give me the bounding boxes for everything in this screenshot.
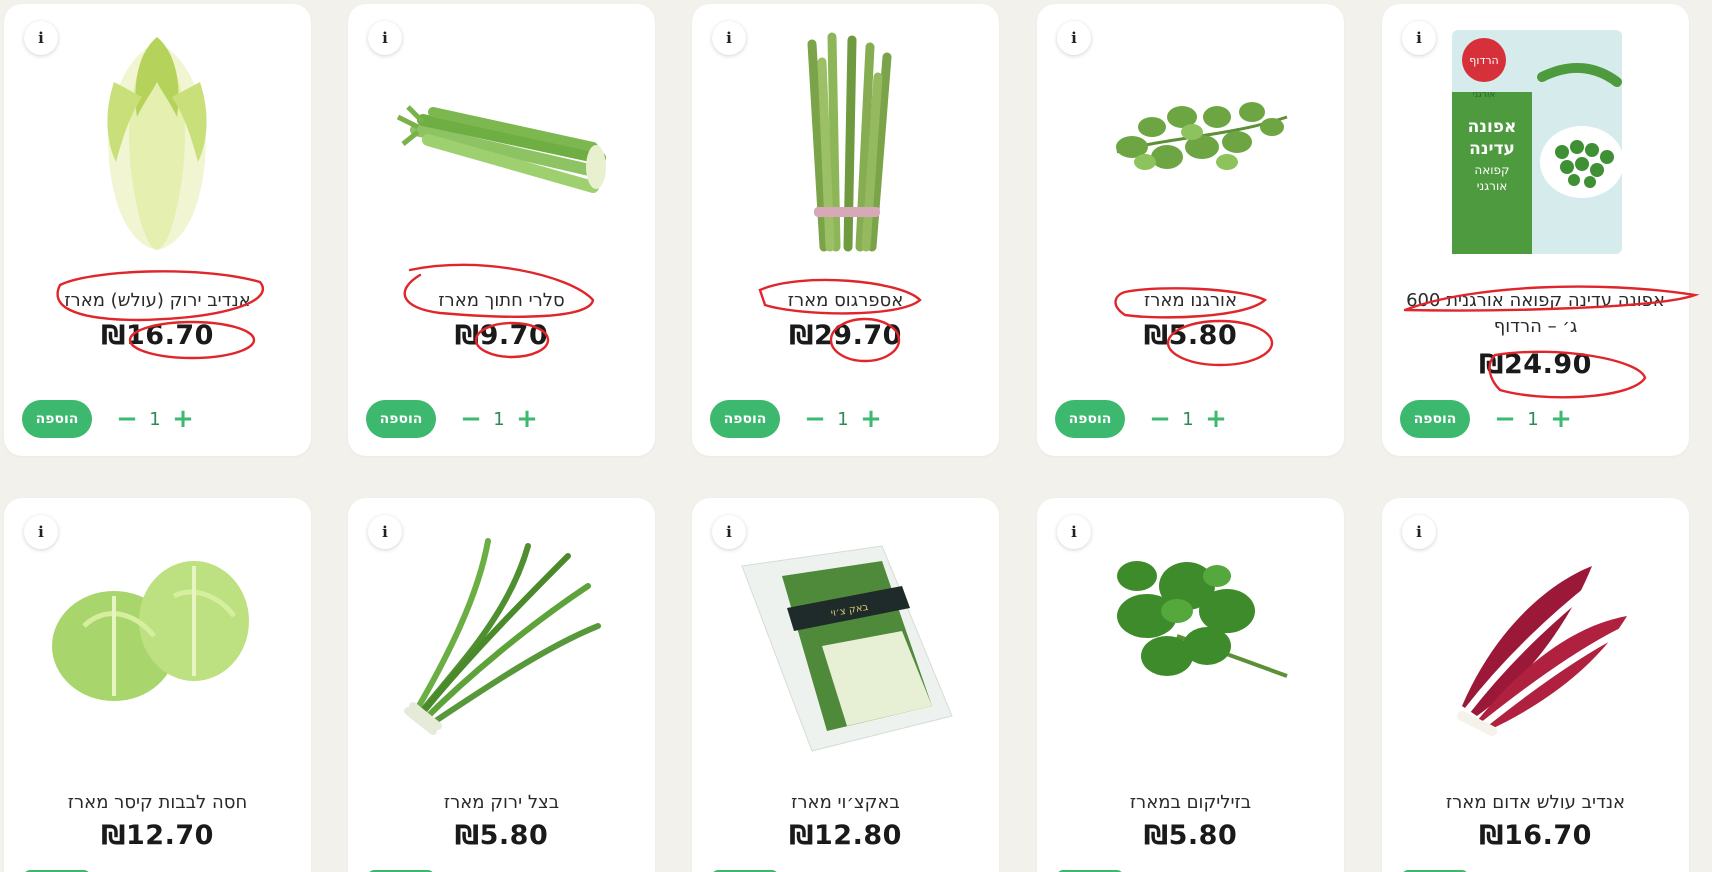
plus-icon[interactable]: + [858, 404, 884, 434]
minus-icon[interactable]: − [1492, 404, 1518, 434]
quantity-value[interactable]: 1 [828, 409, 858, 430]
quantity-value[interactable]: 1 [484, 409, 514, 430]
product-card[interactable]: i אנדיב עולש אדום מארז ₪16.70 [1382, 498, 1689, 872]
product-price: ₪16.70 [1382, 820, 1689, 851]
price-value: 5.80 [479, 820, 549, 851]
frozen-peas-image: הרדוף אורגני אפונה עדינה קפואה אורגני [1452, 30, 1624, 254]
price-value: 5.80 [1168, 320, 1238, 351]
product-name: אנדיב ירוק (עולש) מארז [64, 290, 251, 311]
green-onion-image [404, 538, 601, 735]
product-price: ₪24.90 [1382, 349, 1689, 380]
product-name: אפונה עדינה קפואה אורגנית 600 ג׳ – הרדוף [1406, 290, 1665, 337]
quantity-value[interactable]: 1 [1173, 409, 1203, 430]
product-price: ₪5.80 [1037, 320, 1344, 351]
organic-label: אורגני [1473, 90, 1496, 100]
plus-icon[interactable]: + [514, 404, 540, 434]
product-name: חסה לבבות קיסר מארז [67, 792, 248, 813]
product-card[interactable]: i אספרגוס מארז ₪29.70 הוספה − 1 + [692, 4, 999, 456]
product-card[interactable]: i סלרי חתוך מארז ₪9.70 הוספה − 1 + [348, 4, 655, 456]
package-title-2: עדינה [1469, 139, 1515, 159]
minus-icon[interactable]: − [114, 404, 140, 434]
shekel-sign: ₪ [1143, 820, 1169, 851]
add-button[interactable]: הוספה [710, 400, 780, 438]
shekel-sign: ₪ [101, 820, 126, 851]
product-name: בצל ירוק מארז [443, 792, 560, 813]
product-price: ₪5.80 [348, 820, 655, 851]
plus-icon[interactable]: + [1203, 404, 1229, 434]
package-title-1: אפונה [1468, 117, 1517, 137]
product-grid: i אנדיב ירוק (עולש) מארז ₪16.70 הוספה − … [0, 0, 1712, 872]
brand-label: הרדוף [1469, 54, 1498, 67]
product-card[interactable]: i אורגנו מארז ₪5.80 הוספה − 1 + [1037, 4, 1344, 456]
plus-icon[interactable]: + [170, 404, 196, 434]
minus-icon[interactable]: − [802, 404, 828, 434]
basil-image [1117, 561, 1288, 678]
price-value: 12.70 [126, 820, 214, 851]
add-button[interactable]: הוספה [1400, 400, 1470, 438]
price-value: 5.80 [1168, 820, 1238, 851]
product-price: ₪29.70 [692, 320, 999, 351]
package-line-1: קפואה [1474, 163, 1509, 177]
product-card[interactable]: i בצל ירוק מארז ₪5.80 [348, 498, 655, 872]
shekel-sign: ₪ [101, 320, 126, 351]
shekel-sign: ₪ [1143, 320, 1169, 351]
shekel-sign: ₪ [789, 320, 814, 351]
shekel-sign: ₪ [454, 320, 480, 351]
quantity-controls: הוספה − 1 + [22, 400, 196, 438]
minus-icon[interactable]: − [1147, 404, 1173, 434]
bok-choy-image: באק צ׳וי [741, 545, 953, 752]
add-button[interactable]: הוספה [22, 400, 92, 438]
quantity-value[interactable]: 1 [140, 409, 170, 430]
product-price: ₪5.80 [1037, 820, 1344, 851]
shekel-sign: ₪ [789, 820, 814, 851]
quantity-value[interactable]: 1 [1518, 409, 1548, 430]
quantity-controls: הוספה − 1 + [1055, 400, 1229, 438]
product-name: סלרי חתוך מארז [438, 290, 565, 311]
product-card[interactable]: i חסה לבבות קיסר מארז ₪12.70 [4, 498, 311, 872]
shekel-sign: ₪ [1479, 349, 1504, 380]
product-name: בזיליקום במארז [1129, 792, 1252, 813]
product-price: ₪12.80 [692, 820, 999, 851]
product-card[interactable]: i באק צ׳וי באקצ׳וי מארז ₪12.80 [692, 498, 999, 872]
plus-icon[interactable]: + [1548, 404, 1574, 434]
price-value: 29.70 [814, 320, 902, 351]
product-price: ₪16.70 [4, 320, 311, 351]
radicchio-image [1457, 566, 1627, 736]
product-card[interactable]: i הרדוף אורגני אפונה עדינה קפואה אורגני … [1382, 4, 1689, 456]
price-value: 9.70 [479, 320, 549, 351]
package-line-2: אורגני [1477, 179, 1508, 193]
lettuce-image [52, 561, 249, 701]
product-card[interactable]: i בזיליקום במארז ₪5.80 [1037, 498, 1344, 872]
shekel-sign: ₪ [1479, 820, 1504, 851]
asparagus-image [807, 32, 892, 252]
celery-image [396, 105, 606, 193]
price-value: 12.80 [814, 820, 902, 851]
product-name: אנדיב עולש אדום מארז [1445, 792, 1626, 813]
product-name: אורגנו מארז [1144, 290, 1237, 311]
price-value: 16.70 [126, 320, 214, 351]
add-button[interactable]: הוספה [1055, 400, 1125, 438]
add-button[interactable]: הוספה [366, 400, 436, 438]
oregano-image [1116, 102, 1288, 170]
price-value: 16.70 [1504, 820, 1592, 851]
quantity-controls: הוספה − 1 + [710, 400, 884, 438]
product-price: ₪12.70 [4, 820, 311, 851]
product-name: באקצ׳וי מארז [791, 792, 900, 813]
price-value: 24.90 [1504, 349, 1592, 380]
product-name: אספרגוס מארז [787, 290, 904, 311]
quantity-controls: הוספה − 1 + [1400, 400, 1574, 438]
endive-image [107, 37, 207, 250]
quantity-controls: הוספה − 1 + [366, 400, 540, 438]
product-card[interactable]: i אנדיב ירוק (עולש) מארז ₪16.70 הוספה − … [4, 4, 311, 456]
product-price: ₪9.70 [348, 320, 655, 351]
shekel-sign: ₪ [454, 820, 480, 851]
minus-icon[interactable]: − [458, 404, 484, 434]
